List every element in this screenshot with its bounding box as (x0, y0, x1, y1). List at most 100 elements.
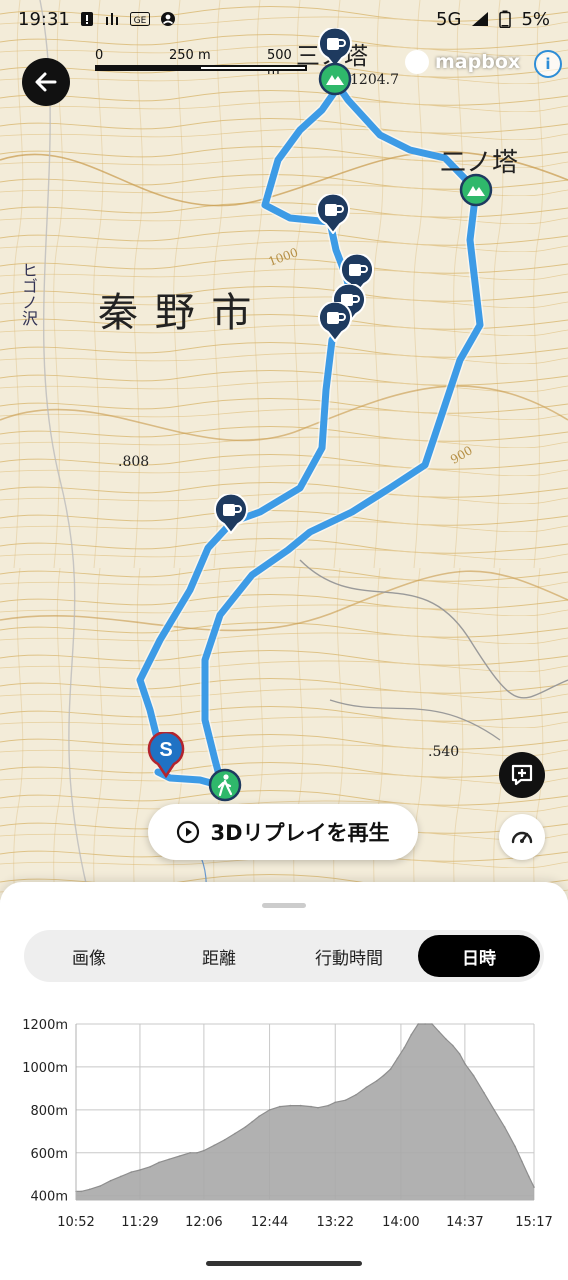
elevation-point (503, 1126, 506, 1128)
elevation-label-540: .540 (428, 744, 460, 760)
arrow-left-icon (35, 72, 57, 92)
scale-label-mid: 250 m (169, 48, 211, 63)
scale-label-zero: 0 (95, 48, 104, 63)
elevation-point (139, 1169, 141, 1171)
mapbox-logo[interactable]: mapbox (405, 50, 520, 74)
account-icon (160, 11, 176, 27)
elevation-point (234, 1132, 236, 1135)
elevation-point (410, 1033, 413, 1036)
tab-bar: 画像 距離 行動時間 日時 (24, 930, 544, 982)
replay-3d-button[interactable]: 3Dリプレイを再生 (148, 804, 418, 860)
elevation-point (424, 1023, 426, 1025)
tab-distance[interactable]: 距離 (158, 935, 280, 977)
elevation-chart: 400m 600m 800m 1000m 1200m 10:52 11:29 12:06 12:… (22, 1018, 552, 1230)
elevation-point (149, 1165, 152, 1168)
mapbox-logo-icon (405, 50, 429, 74)
scale-bar-graphic (95, 65, 307, 71)
elevation-point (514, 1145, 516, 1148)
y-tick-label: 600m (31, 1147, 68, 1162)
app-icon (104, 11, 120, 27)
scale-label-max: 500 m (267, 48, 292, 78)
elevation-point (365, 1086, 368, 1089)
info-icon[interactable]: i (534, 50, 562, 78)
tab-images-label: 画像 (72, 948, 106, 969)
start-s-icon: S (147, 730, 185, 779)
tab-images[interactable]: 画像 (28, 935, 150, 977)
add-comment-button[interactable] (499, 752, 545, 798)
x-tick-label: 15:17 (515, 1215, 552, 1230)
network-label: 5G (436, 8, 462, 30)
alert-icon (80, 11, 94, 27)
elevation-point (223, 1139, 226, 1141)
elevation-point (251, 1120, 254, 1123)
mountain-icon (459, 173, 493, 207)
elevation-point (213, 1144, 216, 1147)
tab-duration[interactable]: 行動時間 (288, 935, 410, 977)
elevation-label-808: .808 (118, 454, 150, 470)
gesture-nav-bar[interactable] (206, 1261, 362, 1266)
city-label: 秦 野 市 (98, 290, 254, 336)
x-tick-label: 14:37 (446, 1215, 483, 1230)
x-tick-label: 11:29 (121, 1215, 158, 1230)
speed-button[interactable] (499, 814, 545, 860)
tab-duration-label: 行動時間 (315, 948, 383, 969)
tab-datetime-label: 日時 (462, 948, 496, 969)
elevation-point (268, 1109, 271, 1111)
cup-icon (316, 192, 350, 235)
map-scale-bar: 0 250 m 500 m (95, 48, 307, 78)
y-tick-label: 800m (31, 1104, 68, 1119)
speedometer-icon (511, 831, 533, 844)
elevation-point (120, 1175, 122, 1178)
elevation-point (483, 1091, 485, 1094)
summit-marker[interactable] (459, 173, 493, 211)
ge-icon: GE (129, 12, 150, 26)
elevation-point (196, 1152, 198, 1154)
rest-cup-marker[interactable] (318, 300, 352, 346)
goal-hiker-marker[interactable] (208, 768, 242, 806)
elevation-point (89, 1188, 91, 1191)
elevation-point (472, 1074, 475, 1077)
map-view[interactable]: 秦 野 市 二ノ塔 三ノ塔 ヒゴノ沢 1204.7 .808 .540 1000… (0, 0, 568, 900)
elevation-point (158, 1161, 160, 1164)
elevation-point (438, 1030, 440, 1033)
elevation-point (189, 1152, 191, 1154)
cup-icon (318, 300, 352, 343)
elevation-point (452, 1044, 454, 1047)
stream-label: ヒゴノ沢 (19, 262, 38, 326)
rest-cup-marker[interactable] (316, 192, 350, 238)
elevation-point (310, 1105, 312, 1108)
elevation-point (99, 1185, 101, 1187)
elevation-point (80, 1190, 82, 1193)
elevation-point (334, 1101, 337, 1104)
elevation-point (344, 1099, 347, 1101)
elevation-point (445, 1038, 447, 1040)
summit-marker[interactable] (318, 62, 352, 100)
elevation-label-1204: 1204.7 (350, 72, 399, 88)
elevation-point (327, 1104, 330, 1107)
elevation-point (493, 1109, 496, 1111)
sheet-drag-handle[interactable] (262, 903, 306, 908)
elevation-point (258, 1115, 261, 1118)
elevation-point (109, 1179, 112, 1182)
elevation-point (403, 1046, 406, 1049)
start-marker[interactable]: S (146, 730, 186, 782)
elevation-point (521, 1160, 523, 1163)
battery-icon (499, 10, 512, 28)
x-tick-label: 10:52 (57, 1215, 94, 1230)
elevation-point (289, 1104, 292, 1107)
rest-cup-marker[interactable] (214, 492, 248, 538)
mapbox-wordmark: mapbox (435, 51, 521, 73)
y-tick-label: 1000m (22, 1061, 68, 1076)
svg-text:S: S (159, 739, 172, 761)
status-time: 19:31 (18, 8, 70, 30)
elevation-point (431, 1023, 433, 1025)
tab-datetime[interactable]: 日時 (418, 935, 540, 977)
x-tick-label: 13:22 (317, 1215, 354, 1230)
y-tick-label: 1200m (22, 1018, 68, 1033)
back-button[interactable] (22, 58, 70, 106)
play-circle-icon (177, 820, 200, 844)
elevation-point (299, 1104, 302, 1107)
elevation-point (168, 1158, 171, 1160)
elevation-point (130, 1171, 133, 1173)
elevation-point (533, 1186, 535, 1188)
